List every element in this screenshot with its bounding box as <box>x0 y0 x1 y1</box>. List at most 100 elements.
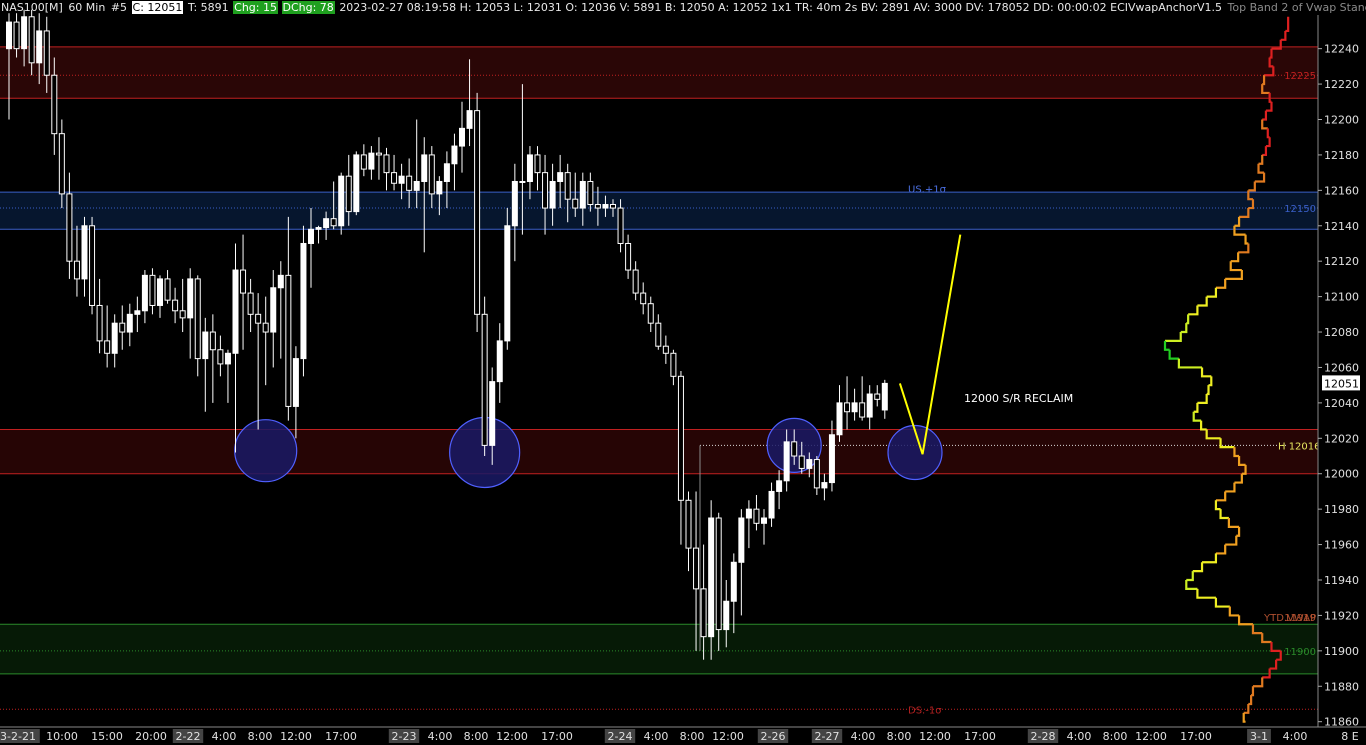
candle-body <box>496 340 503 383</box>
profile-step <box>1193 402 1199 413</box>
candle-body <box>806 459 813 469</box>
candle-body <box>406 175 413 191</box>
candle-body <box>459 127 465 147</box>
candle-body <box>126 313 133 333</box>
candle-body <box>881 382 888 411</box>
candle-body <box>723 600 730 631</box>
candle-body <box>549 180 556 209</box>
candle-body <box>874 393 881 400</box>
price-tick-label: 11880 <box>1324 680 1359 693</box>
candle-body <box>73 260 80 280</box>
profile-step <box>1186 314 1190 325</box>
candle-body <box>6 21 12 50</box>
profile-step <box>1262 146 1268 157</box>
time-tick-label: 4:00 <box>428 730 453 743</box>
candle-body <box>579 180 586 209</box>
price-tick-label: 12120 <box>1324 255 1359 268</box>
time-tick-label: 4:00 <box>1067 730 1092 743</box>
profile-step <box>1248 181 1256 192</box>
price-tick-label: 11940 <box>1324 574 1359 587</box>
time-tick-label: 2-24 <box>608 730 633 743</box>
candle-body <box>292 358 299 407</box>
candle-body <box>451 145 458 165</box>
candle-body <box>217 349 224 365</box>
candle-body <box>149 274 156 306</box>
profile-step <box>1200 420 1207 431</box>
candle-body <box>511 180 518 227</box>
profile-step <box>1243 703 1250 714</box>
profile-step <box>1206 287 1218 298</box>
candle-body <box>13 21 20 50</box>
level-text-label: 11919 <box>1284 613 1316 624</box>
time-tick-label: 8:00 <box>1103 730 1128 743</box>
candle-body <box>677 375 684 501</box>
time-tick-label: 17:00 <box>325 730 357 743</box>
candle-body <box>315 227 322 230</box>
candle-body <box>368 152 375 170</box>
price-tick-label: 12160 <box>1324 184 1359 197</box>
candle-body <box>738 517 745 563</box>
candle-body <box>436 180 443 195</box>
candlestick-chart[interactable]: 122251215011900US.+1σH 12016YTD.VWAP1191… <box>0 0 1366 745</box>
candle-body <box>594 204 601 209</box>
profile-step <box>1219 509 1229 520</box>
price-tick-label: 12140 <box>1324 220 1359 233</box>
profile-step <box>1215 544 1227 555</box>
profile-step <box>1266 128 1270 139</box>
profile-step <box>1234 473 1243 484</box>
candle-body <box>345 175 352 213</box>
profile-step <box>1206 385 1210 396</box>
level-text-label: US.+1σ <box>908 185 947 196</box>
candle-body <box>466 110 473 129</box>
level-text-label: H 12016 <box>1278 441 1321 452</box>
candle-body <box>685 499 692 549</box>
candle-body <box>262 322 269 333</box>
candle-body <box>194 278 201 360</box>
candle-body <box>443 163 450 182</box>
candle-body <box>813 459 820 489</box>
candle-body <box>489 381 496 446</box>
candle-body <box>43 30 50 76</box>
candle-body <box>360 154 367 170</box>
candle-body <box>828 434 835 484</box>
time-tick-label: 8 E <box>1341 730 1358 743</box>
candle-body <box>28 16 35 64</box>
candle-body <box>66 193 73 262</box>
time-tick-label: 12:00 <box>1135 730 1167 743</box>
price-axis[interactable]: 12240 12220 12200 12180 12160 12140 12120 12100… <box>1317 15 1366 729</box>
profile-step <box>1197 394 1208 404</box>
candle-body <box>89 225 96 306</box>
profile-step <box>1180 323 1188 334</box>
candle-body <box>821 482 828 489</box>
candle-body <box>481 313 488 446</box>
level-price-label: 11900 <box>1284 647 1316 658</box>
candle-body <box>277 274 284 289</box>
time-axis[interactable]: 3-2-21 10:00 15:00 20:00 2-22 4:00 8:00 12:00 17… <box>0 726 1366 745</box>
candle-body <box>745 508 752 519</box>
price-tick-label: 12180 <box>1324 149 1359 162</box>
candle-body <box>240 269 247 294</box>
level-price-label: 12150 <box>1284 204 1316 215</box>
price-tick-label: 12020 <box>1324 432 1359 445</box>
time-tick-label: 4:00 <box>212 730 237 743</box>
candle-body <box>338 175 345 227</box>
profile-step <box>1228 606 1240 617</box>
level-zone <box>0 624 1318 674</box>
candle-body <box>519 180 526 183</box>
candle-body <box>534 154 541 174</box>
candle-body <box>632 269 639 294</box>
candle-body <box>572 198 579 209</box>
profile-step <box>1197 296 1208 307</box>
price-badge-label: 12051 <box>1324 377 1359 390</box>
candle-body <box>542 172 549 209</box>
projection-line <box>898 234 962 455</box>
candle-body <box>270 287 277 333</box>
candle-body <box>625 242 632 271</box>
candle-body <box>391 172 398 184</box>
time-tick-label: 17:00 <box>1180 730 1212 743</box>
time-tick-label: 2-28 <box>1031 730 1056 743</box>
level-zone <box>0 429 1318 474</box>
candle-body <box>104 340 111 354</box>
candle-body <box>323 218 330 229</box>
profile-step <box>1265 137 1271 148</box>
